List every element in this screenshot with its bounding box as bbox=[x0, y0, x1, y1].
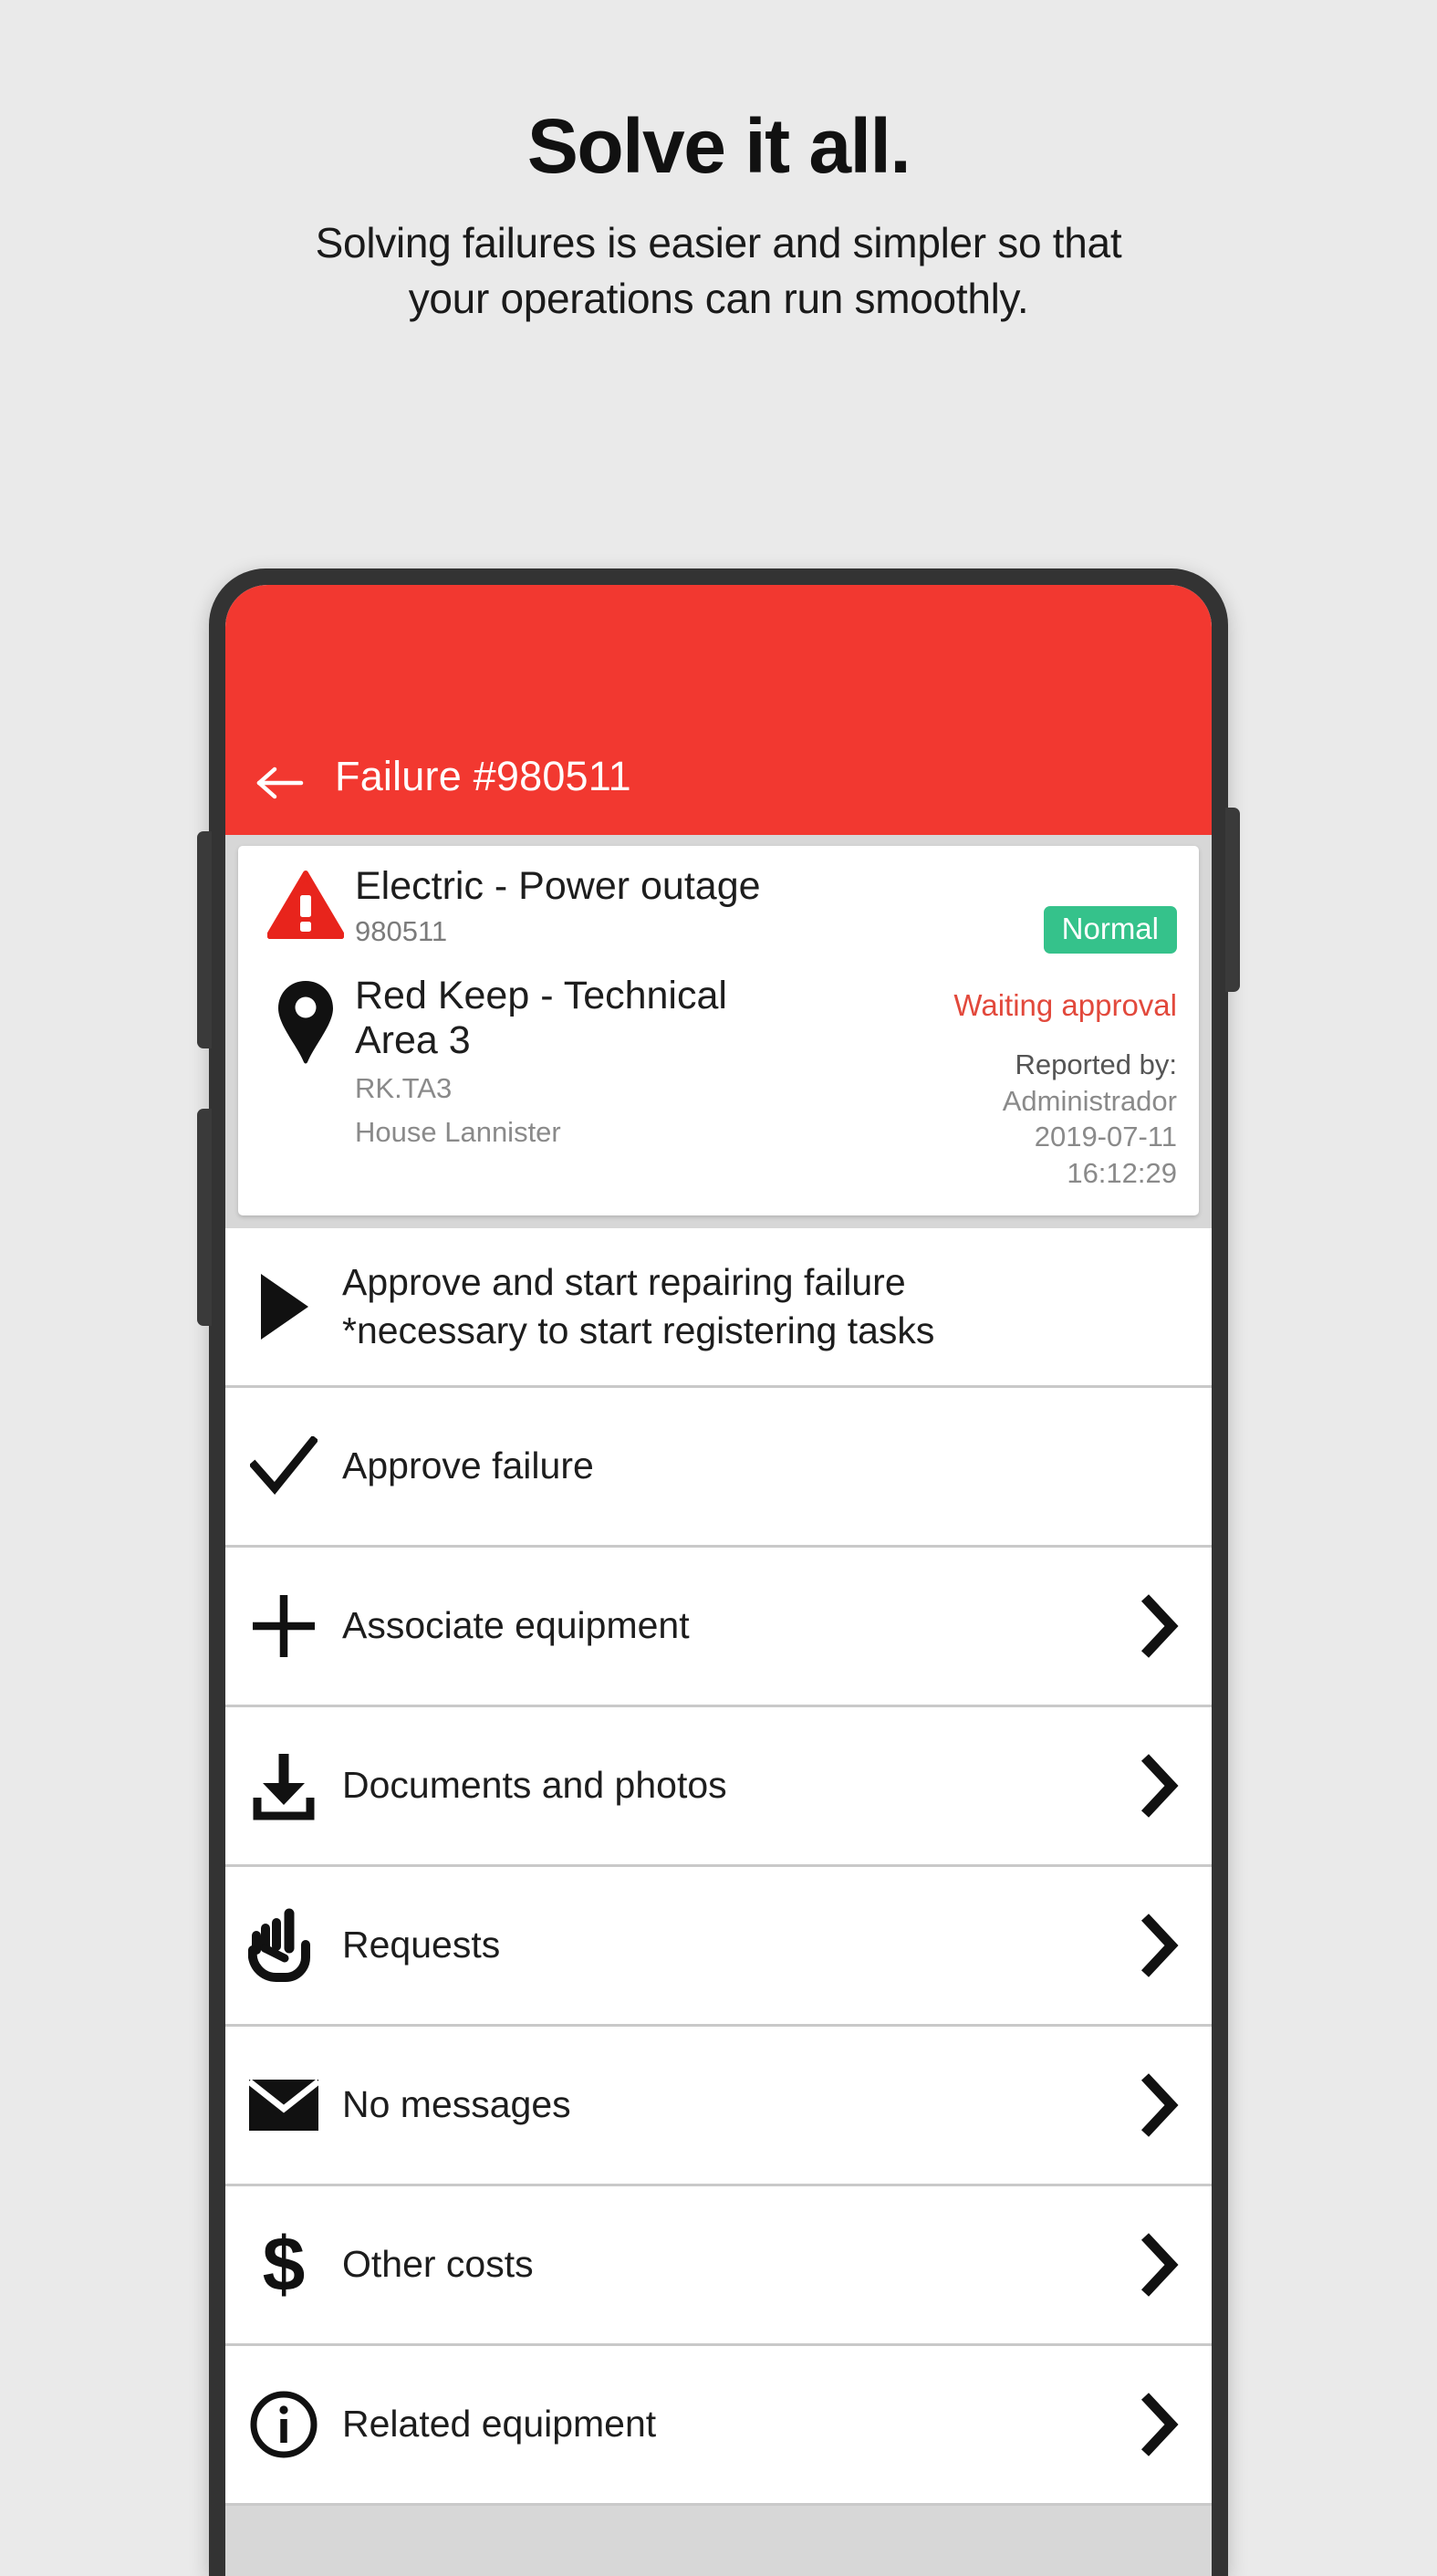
warning-triangle-icon bbox=[256, 864, 355, 939]
promo-subtitle-line2: your operations can run smoothly. bbox=[408, 274, 1029, 322]
plus-icon bbox=[225, 1592, 342, 1660]
chevron-right-icon[interactable] bbox=[1106, 1913, 1212, 1978]
map-pin-icon bbox=[256, 974, 355, 1065]
action-row-associate-equipment[interactable]: Associate equipment bbox=[225, 1547, 1212, 1707]
location-code: RK.TA3 bbox=[355, 1072, 453, 1105]
reported-time: 16:12:29 bbox=[1067, 1157, 1177, 1190]
action-label-line1: Approve and start repairing failure bbox=[342, 1261, 906, 1304]
reported-date: 2019-07-11 bbox=[1034, 1121, 1177, 1153]
page-title: Solve it all. bbox=[526, 103, 911, 189]
failure-code: 980511 bbox=[355, 914, 448, 947]
volume-up-button[interactable] bbox=[197, 831, 212, 1048]
play-triangle-icon bbox=[225, 1272, 342, 1341]
promo-subtitle: Solving failures is easier and simpler s… bbox=[126, 215, 1312, 326]
check-icon bbox=[225, 1435, 342, 1497]
failure-summary-main: Electric - Power outage 980511 bbox=[355, 864, 1035, 948]
action-row-documents-and-photos[interactable]: Documents and photos bbox=[225, 1706, 1212, 1867]
promo-subtitle-line1: Solving failures is easier and simpler s… bbox=[315, 219, 1122, 266]
action-label: Other costs bbox=[342, 2243, 534, 2286]
phone-screen: Failure #980511 Electric - Power outage bbox=[225, 585, 1212, 2576]
action-label: Approve failure bbox=[342, 1444, 594, 1487]
status-badge: Waiting approval bbox=[953, 988, 1177, 1022]
promo-header: Solve it all. Solving failures is easier… bbox=[0, 0, 1437, 326]
priority-badge: Normal bbox=[1043, 906, 1177, 954]
action-row-approve-and-start[interactable]: Approve and start repairing failure *nec… bbox=[225, 1227, 1212, 1388]
svg-text:$: $ bbox=[263, 2227, 306, 2303]
info-card-zone: Electric - Power outage 980511 Normal Re… bbox=[225, 835, 1212, 1228]
failure-location-row: Red Keep - Technical Area 3 RK.TA3 House… bbox=[256, 974, 1177, 1192]
action-list: Approve and start repairing failure *nec… bbox=[225, 1227, 1212, 2506]
failure-status-column: Normal bbox=[1035, 864, 1177, 954]
download-icon bbox=[225, 1750, 342, 1821]
pointing-hand-icon bbox=[225, 1908, 342, 1983]
power-button[interactable] bbox=[1225, 808, 1240, 992]
action-label: Approve and start repairing failure *nec… bbox=[342, 1258, 1106, 1354]
chevron-right-icon[interactable] bbox=[1106, 2232, 1212, 2298]
action-row-other-costs[interactable]: $ Other costs bbox=[225, 2185, 1212, 2346]
chevron-right-icon[interactable] bbox=[1106, 2072, 1212, 2138]
action-label: No messages bbox=[342, 2083, 571, 2126]
chevron-right-icon[interactable] bbox=[1106, 1593, 1212, 1659]
failure-info-card: Electric - Power outage 980511 Normal Re… bbox=[238, 846, 1199, 1215]
arrow-left-icon bbox=[256, 764, 304, 802]
action-label: Associate equipment bbox=[342, 1604, 690, 1647]
dollar-icon: $ bbox=[225, 2227, 342, 2303]
volume-down-button[interactable] bbox=[197, 1109, 212, 1326]
action-row-messages[interactable]: No messages bbox=[225, 2026, 1212, 2186]
action-label: Documents and photos bbox=[342, 1764, 727, 1807]
location-owner: House Lannister bbox=[355, 1115, 561, 1148]
action-label: Related equipment bbox=[342, 2403, 657, 2446]
app-bar-title: Failure #980511 bbox=[335, 753, 631, 799]
reported-by-label: Reported by: bbox=[1015, 1048, 1178, 1080]
action-label-line2: *necessary to start registering tasks bbox=[342, 1309, 935, 1351]
chevron-right-icon[interactable] bbox=[1106, 1753, 1212, 1819]
reported-by-name: Administrador bbox=[1002, 1084, 1177, 1117]
location-title: Red Keep - Technical Area 3 bbox=[355, 974, 727, 1063]
chevron-right-icon[interactable] bbox=[1106, 2392, 1212, 2457]
action-label: Requests bbox=[342, 1924, 501, 1966]
envelope-icon bbox=[225, 2078, 342, 2133]
failure-reported-column: Waiting approval Reported by: Administra… bbox=[944, 974, 1177, 1192]
failure-location-main: Red Keep - Technical Area 3 RK.TA3 House… bbox=[355, 974, 944, 1150]
action-row-requests[interactable]: Requests bbox=[225, 1866, 1212, 2027]
action-row-related-equipment[interactable]: Related equipment bbox=[225, 2345, 1212, 2506]
info-circle-icon bbox=[225, 2390, 342, 2459]
phone-mockup: Failure #980511 Electric - Power outage bbox=[197, 568, 1240, 2576]
app-bar: Failure #980511 bbox=[225, 585, 1212, 835]
failure-summary-row: Electric - Power outage 980511 Normal bbox=[256, 864, 1177, 954]
back-button[interactable] bbox=[225, 764, 335, 802]
action-row-approve-failure[interactable]: Approve failure bbox=[225, 1387, 1212, 1548]
failure-title: Electric - Power outage bbox=[355, 864, 761, 908]
